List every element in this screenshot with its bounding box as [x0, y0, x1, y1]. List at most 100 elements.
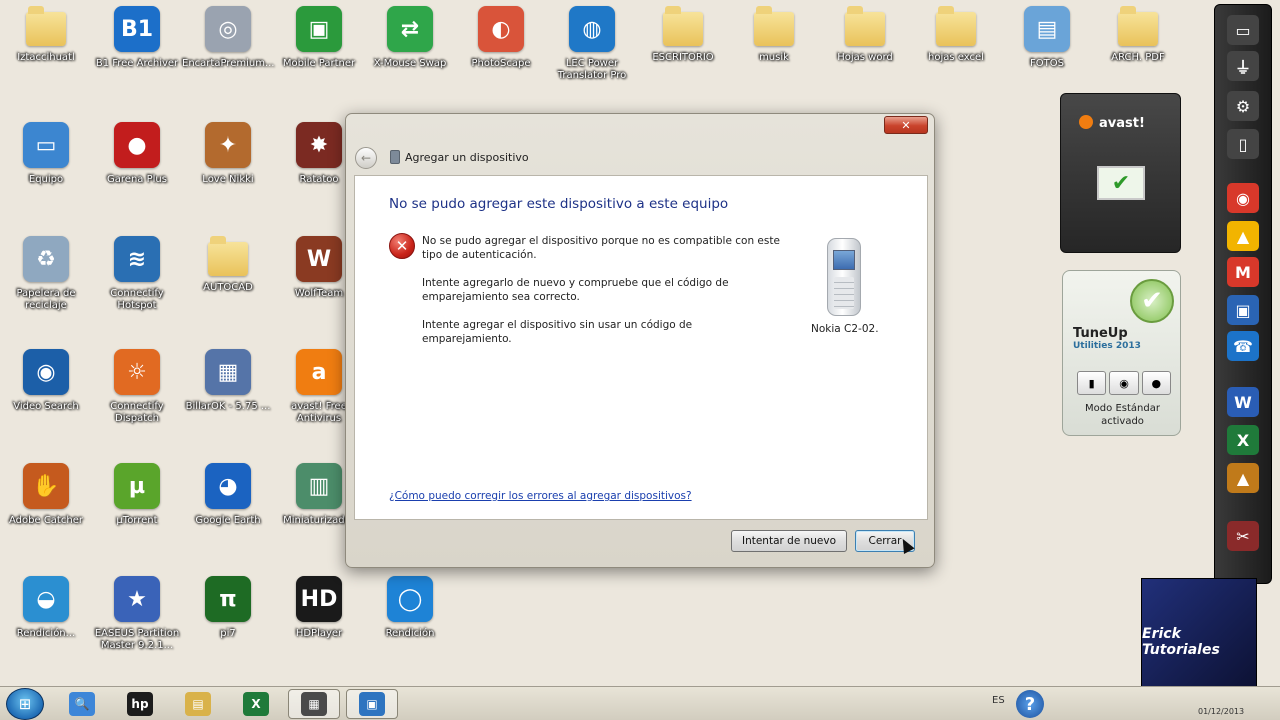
desktop-icon[interactable]: ☼ Connectify Dispatch — [91, 349, 183, 449]
desktop-icon[interactable]: ESCRITORIO — [637, 6, 729, 106]
b1-archiver-icon: B1 — [114, 6, 160, 52]
tuneup-subtitle: Utilities 2013 — [1073, 341, 1141, 351]
plug-icon[interactable]: ⏚ — [1227, 51, 1259, 81]
desktop-icon[interactable]: ◯ Rendición — [364, 576, 456, 676]
desktop-icon[interactable]: ✦ Love Nikki — [182, 122, 274, 222]
retry-button[interactable]: Intentar de nuevo — [731, 530, 847, 552]
desktop-icon[interactable]: ◕ Google Earth — [182, 463, 274, 563]
desktop-icon-label: EncartaPremium... — [182, 58, 275, 69]
trash-icon[interactable]: ▯ — [1227, 129, 1259, 159]
chrome-icon[interactable]: ◉ — [1227, 183, 1259, 213]
tuneup-title: TuneUp — [1073, 326, 1128, 341]
folder-icon — [208, 236, 248, 276]
excel-icon: X — [243, 692, 269, 716]
desktop-icon-label: Rendición... — [16, 628, 76, 639]
language-indicator[interactable]: ES — [992, 695, 1005, 706]
desktop-icon[interactable]: ▦ BillarOK - 5.75 ... — [182, 349, 274, 449]
drive-icon[interactable]: ▲ — [1227, 221, 1259, 251]
folder-icon — [1118, 6, 1158, 46]
desktop-icon-label: AUTOCAD — [203, 282, 253, 293]
clock-date[interactable]: 01/12/2013 — [1198, 707, 1244, 716]
tool-icon[interactable]: ✂ — [1227, 521, 1259, 551]
desktop-icon[interactable]: π pi7 — [182, 576, 274, 676]
phone-screen — [833, 250, 855, 270]
desktop-icon-label: Garena Plus — [107, 174, 167, 185]
desktop-icon[interactable]: ◍ LEC Power Translator Pro — [546, 6, 638, 106]
desktop-icon[interactable]: hojas excel — [910, 6, 1002, 106]
desktop-icon[interactable]: ◒ Rendición... — [0, 576, 92, 676]
wifi-icon: ≋ — [114, 236, 160, 282]
laptop-icon[interactable]: ▭ — [1227, 15, 1259, 45]
desktop-icon-label: Adobe Catcher — [9, 515, 83, 526]
photoscape-icon: ◐ — [478, 6, 524, 52]
desktop-icon[interactable]: ARCH. PDF — [1092, 6, 1184, 106]
turbo-mode-button[interactable]: ● — [1141, 371, 1171, 395]
economy-mode-button[interactable]: ▮ — [1077, 371, 1107, 395]
desktop-icon[interactable]: Iztaccihuatl — [0, 6, 92, 106]
taskbar-explorer-icon[interactable]: ▤ — [172, 689, 224, 719]
desktop-icon[interactable]: musik — [728, 6, 820, 106]
device-icon — [390, 150, 400, 164]
desktop-icon-label: LEC Power Translator Pro — [557, 58, 627, 81]
desktop-icon[interactable]: ♻ Papelera de reciclaje — [0, 236, 92, 336]
desktop-icon[interactable]: ▭ Equipo — [0, 122, 92, 222]
word-icon[interactable]: W — [1227, 387, 1259, 417]
avast-gadget[interactable]: avast! ✔ — [1060, 93, 1181, 253]
desktop-icon[interactable]: µ µTorrent — [91, 463, 183, 563]
desktop-icon[interactable]: ▣ Mobile Partner — [273, 6, 365, 106]
desktop-icon-label: Iztaccihuatl — [17, 52, 75, 63]
taskbar-excel-icon[interactable]: X — [230, 689, 282, 719]
taskbar-window-icon[interactable]: ▣ — [346, 689, 398, 719]
close-window-button[interactable]: ✕ — [884, 116, 928, 134]
standard-mode-button[interactable]: ◉ — [1109, 371, 1139, 395]
taskbar-devices-icon[interactable]: ▦ — [288, 689, 340, 719]
circle-app-icon: ◯ — [387, 576, 433, 622]
sidebar-dock: ▭ ⏚ ⚙ ▯ ◉ ▲ M ▣ ☎ W X ▲ ✂ — [1214, 4, 1272, 584]
add-device-dialog: ✕ ← Agregar un dispositivo No se pudo ag… — [345, 113, 935, 568]
phone-keypad — [834, 277, 854, 309]
desktop-icon[interactable]: ★ EASEUS Partition Master 9.2.1... — [91, 576, 183, 676]
excel-icon[interactable]: X — [1227, 425, 1259, 455]
garena-icon: ● — [114, 122, 160, 168]
desktop-icon[interactable]: ◐ PhotoScape — [455, 6, 547, 106]
desktop-icon[interactable]: B1 B1 Free Archiver — [91, 6, 183, 106]
taskbar-hp-icon[interactable]: hp — [114, 689, 166, 719]
hp-icon: hp — [127, 692, 153, 716]
device-name: Nokia C2-02. — [811, 323, 879, 335]
desktop-icon[interactable]: AUTOCAD — [182, 236, 274, 336]
taskbar-search-icon[interactable]: 🔍 — [56, 689, 108, 719]
devices-icon: ▦ — [301, 692, 327, 716]
phone-icon[interactable]: ☎ — [1227, 331, 1259, 361]
desktop-icon[interactable]: ● Garena Plus — [91, 122, 183, 222]
game-icon: ✦ — [205, 122, 251, 168]
folder-icon — [663, 6, 703, 46]
desktop-icon[interactable]: ≋ Connectify Hotspot — [91, 236, 183, 336]
desktop-icon-label: Love Nikki — [202, 174, 254, 185]
back-button[interactable]: ← — [355, 147, 377, 169]
gmail-icon[interactable]: M — [1227, 257, 1259, 287]
search-icon: 🔍 — [69, 692, 95, 716]
help-icon[interactable]: ? — [1016, 690, 1044, 718]
desktop-icon[interactable]: ◉ Video Search — [0, 349, 92, 449]
desktop-icon-label: EASEUS Partition Master 9.2.1... — [94, 628, 180, 651]
desktop-icon[interactable]: ⇄ X-Mouse Swap — [364, 6, 456, 106]
start-button[interactable]: ⊞ — [6, 688, 44, 720]
dialog-content: No se pudo agregar este dispositivo a es… — [354, 175, 928, 520]
folder-icon — [936, 6, 976, 46]
desktop-icon[interactable]: ✋ Adobe Catcher — [0, 463, 92, 563]
tuneup-gadget[interactable]: ✔ TuneUp Utilities 2013 ▮ ◉ ● Modo Están… — [1062, 270, 1181, 436]
error-icon: ✕ — [389, 233, 415, 259]
desktop-icon-label: B1 Free Archiver — [95, 58, 179, 69]
desktop-icon-label: µTorrent — [116, 515, 158, 526]
edge-icon: ◒ — [23, 576, 69, 622]
desktop-icon[interactable]: ◎ EncartaPremium... — [182, 6, 274, 106]
image-icon[interactable]: ▲ — [1227, 463, 1259, 493]
gear-icon[interactable]: ⚙ — [1227, 91, 1259, 121]
computer-icon[interactable]: ▣ — [1227, 295, 1259, 325]
pi-icon: π — [205, 576, 251, 622]
help-link[interactable]: ¿Cómo puedo corregir los errores al agre… — [389, 490, 692, 502]
desktop-icon[interactable]: HD HDPlayer — [273, 576, 365, 676]
desktop-icon[interactable]: Hojas word — [819, 6, 911, 106]
desktop-icon[interactable]: ▤ FOTOS — [1001, 6, 1093, 106]
desktop-icon-label: Papelera de reciclaje — [16, 288, 76, 311]
